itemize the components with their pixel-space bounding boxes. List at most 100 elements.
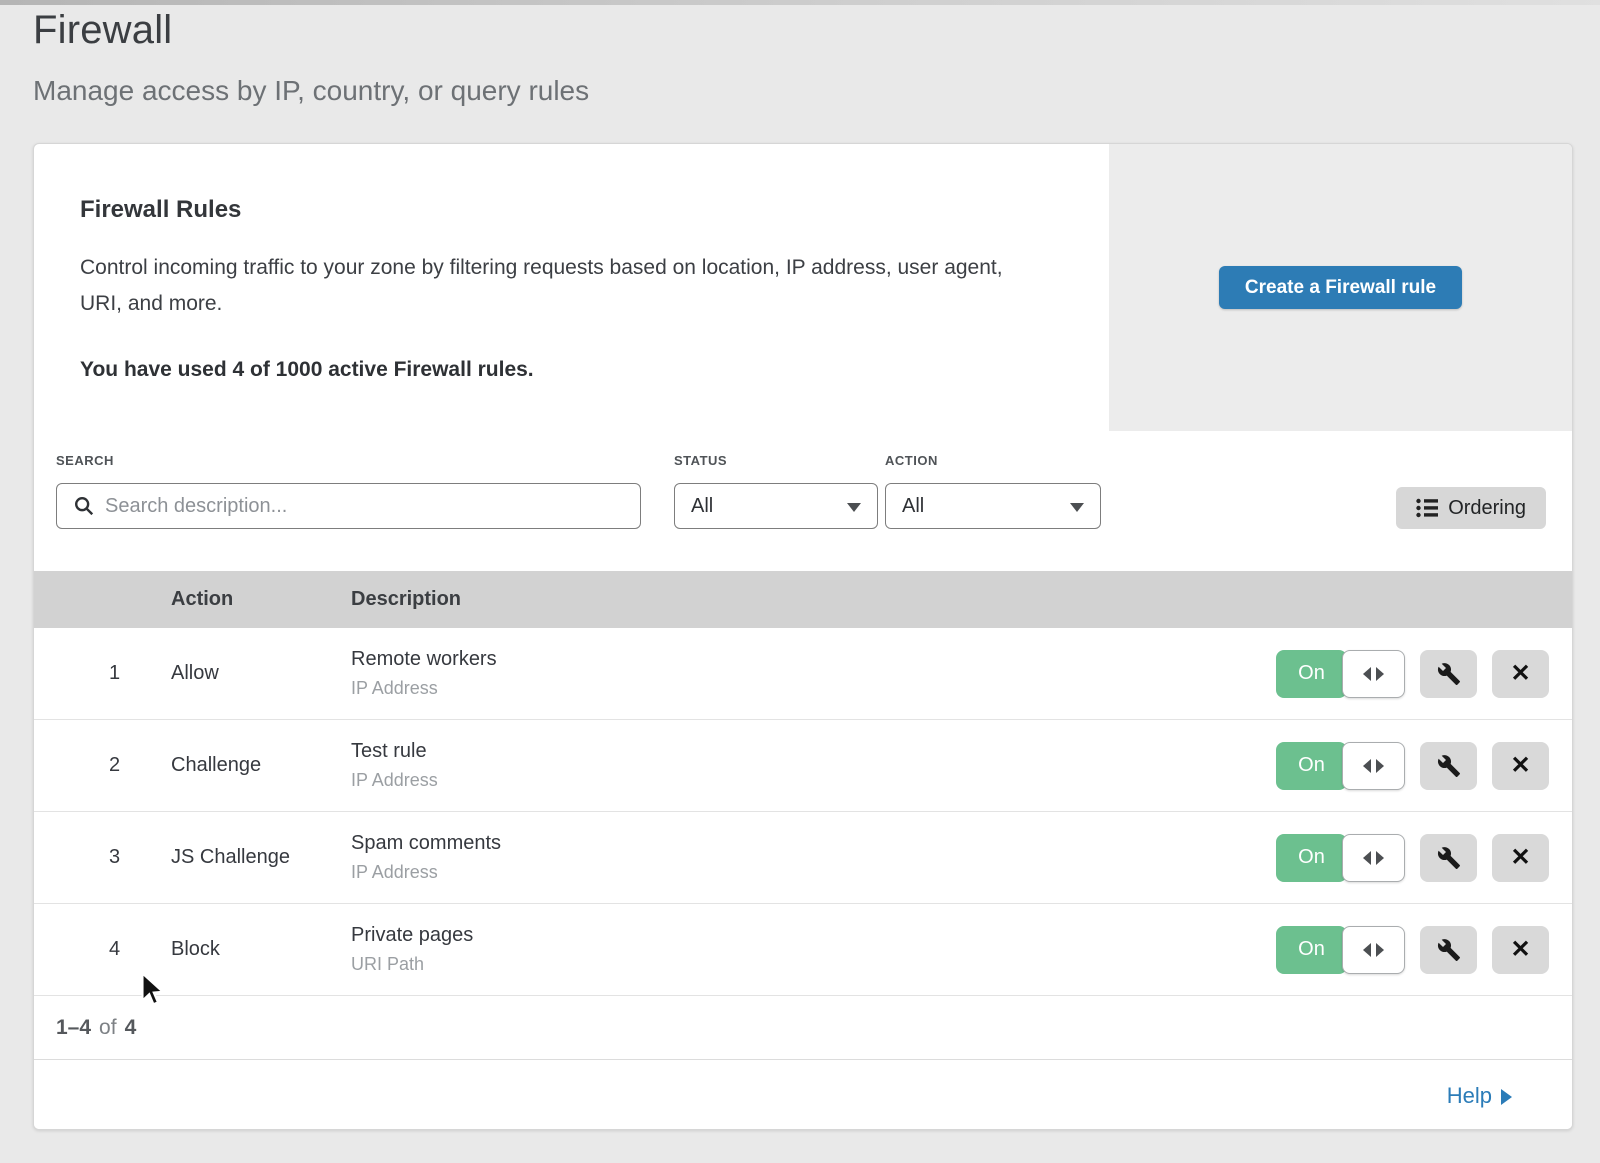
rule-controls: On ✕ (1276, 650, 1549, 698)
search-input[interactable] (57, 484, 640, 528)
card-description: Control incoming traffic to your zone by… (80, 250, 1030, 322)
action-select[interactable]: All (885, 483, 1101, 529)
edit-rule-button[interactable] (1420, 650, 1477, 698)
search-filter-group: SEARCH (56, 453, 641, 529)
rule-enabled-toggle[interactable]: On (1276, 926, 1405, 974)
ordering-button[interactable]: Ordering (1396, 487, 1546, 529)
action-filter-group: ACTION All (885, 453, 1101, 529)
chevron-down-icon (1070, 503, 1084, 512)
create-rule-panel: Create a Firewall rule (1109, 144, 1572, 431)
rule-priority: 3 (34, 846, 171, 869)
rule-controls: On ✕ (1276, 834, 1549, 882)
edit-rule-button[interactable] (1420, 742, 1477, 790)
table-row: 3 JS Challenge Spam comments IP Address … (34, 812, 1572, 904)
table-header-row: Action Description (34, 571, 1572, 628)
table-body: 1 Allow Remote workers IP Address On (34, 628, 1572, 996)
rule-priority: 1 (34, 662, 171, 685)
filters-bar: SEARCH STATUS All ACTION All (34, 431, 1572, 571)
create-firewall-rule-button[interactable]: Create a Firewall rule (1219, 266, 1462, 309)
x-icon: ✕ (1510, 938, 1530, 962)
status-select[interactable]: All (674, 483, 878, 529)
column-header-action: Action (171, 588, 351, 611)
status-filter-group: STATUS All (674, 453, 878, 529)
rule-description: Remote workers IP Address (351, 648, 1276, 699)
status-selected-value: All (691, 495, 713, 518)
delete-rule-button[interactable]: ✕ (1492, 834, 1549, 882)
rule-description: Private pages URI Path (351, 924, 1276, 975)
x-icon: ✕ (1510, 846, 1530, 870)
left-right-arrows-icon (1363, 759, 1371, 773)
page-subtitle: Manage access by IP, country, or query r… (33, 75, 589, 107)
page-header: Firewall Manage access by IP, country, o… (33, 8, 589, 107)
toggle-on-segment: On (1276, 834, 1347, 882)
x-icon: ✕ (1510, 754, 1530, 778)
rule-description-title: Remote workers (351, 648, 1276, 671)
ordering-label: Ordering (1448, 497, 1526, 520)
usage-summary: You have used 4 of 1000 active Firewall … (80, 358, 1094, 382)
left-right-arrows-icon (1376, 759, 1384, 773)
intro-text: Firewall Rules Control incoming traffic … (34, 144, 1094, 382)
search-icon (73, 495, 95, 517)
rule-enabled-toggle[interactable]: On (1276, 834, 1405, 882)
rule-priority: 2 (34, 754, 171, 777)
rule-match-field: URI Path (351, 954, 1276, 975)
table-row: 1 Allow Remote workers IP Address On (34, 628, 1572, 720)
toggle-on-segment: On (1276, 926, 1347, 974)
toggle-on-segment: On (1276, 742, 1347, 790)
toggle-handle[interactable] (1342, 926, 1405, 974)
delete-rule-button[interactable]: ✕ (1492, 742, 1549, 790)
rule-action: Allow (171, 662, 351, 685)
search-label: SEARCH (56, 453, 641, 468)
card-heading: Firewall Rules (80, 196, 1094, 224)
rule-match-field: IP Address (351, 770, 1276, 791)
wrench-icon (1437, 754, 1461, 778)
toggle-handle[interactable] (1342, 650, 1405, 698)
page-title: Firewall (33, 8, 589, 53)
pagination-range: 1–4 (56, 1016, 91, 1040)
rule-enabled-toggle[interactable]: On (1276, 650, 1405, 698)
window-top-edge (0, 0, 1600, 5)
rule-description: Spam comments IP Address (351, 832, 1276, 883)
rule-match-field: IP Address (351, 862, 1276, 883)
toggle-handle[interactable] (1342, 834, 1405, 882)
rule-controls: On ✕ (1276, 742, 1549, 790)
search-box (56, 483, 641, 529)
firewall-rules-card: Firewall Rules Control incoming traffic … (33, 143, 1573, 1130)
rule-controls: On ✕ (1276, 926, 1549, 974)
x-icon: ✕ (1510, 662, 1530, 686)
card-footer: Help (34, 1060, 1572, 1130)
rule-priority: 4 (34, 938, 171, 961)
rule-description: Test rule IP Address (351, 740, 1276, 791)
left-right-arrows-icon (1376, 943, 1384, 957)
pagination: 1–4 of 4 (34, 996, 1572, 1060)
rule-description-title: Spam comments (351, 832, 1276, 855)
edit-rule-button[interactable] (1420, 926, 1477, 974)
delete-rule-button[interactable]: ✕ (1492, 926, 1549, 974)
pagination-of: of (99, 1016, 117, 1040)
help-label: Help (1447, 1083, 1492, 1109)
rules-table: Action Description 1 Allow Remote worker… (34, 571, 1572, 1060)
left-right-arrows-icon (1376, 851, 1384, 865)
action-label: ACTION (885, 453, 1101, 468)
rule-action: Challenge (171, 754, 351, 777)
table-row: 4 Block Private pages URI Path On (34, 904, 1572, 996)
intro-section: Firewall Rules Control incoming traffic … (34, 144, 1572, 431)
rule-enabled-toggle[interactable]: On (1276, 742, 1405, 790)
wrench-icon (1437, 938, 1461, 962)
action-selected-value: All (902, 495, 924, 518)
left-right-arrows-icon (1363, 667, 1371, 681)
edit-rule-button[interactable] (1420, 834, 1477, 882)
wrench-icon (1437, 846, 1461, 870)
toggle-on-segment: On (1276, 650, 1347, 698)
status-label: STATUS (674, 453, 878, 468)
delete-rule-button[interactable]: ✕ (1492, 650, 1549, 698)
rule-match-field: IP Address (351, 678, 1276, 699)
rule-description-title: Test rule (351, 740, 1276, 763)
column-header-description: Description (351, 588, 1572, 611)
toggle-handle[interactable] (1342, 742, 1405, 790)
table-row: 2 Challenge Test rule IP Address On (34, 720, 1572, 812)
help-link[interactable]: Help (1447, 1083, 1512, 1109)
left-right-arrows-icon (1363, 851, 1371, 865)
rule-action: JS Challenge (171, 846, 351, 869)
left-right-arrows-icon (1376, 667, 1384, 681)
